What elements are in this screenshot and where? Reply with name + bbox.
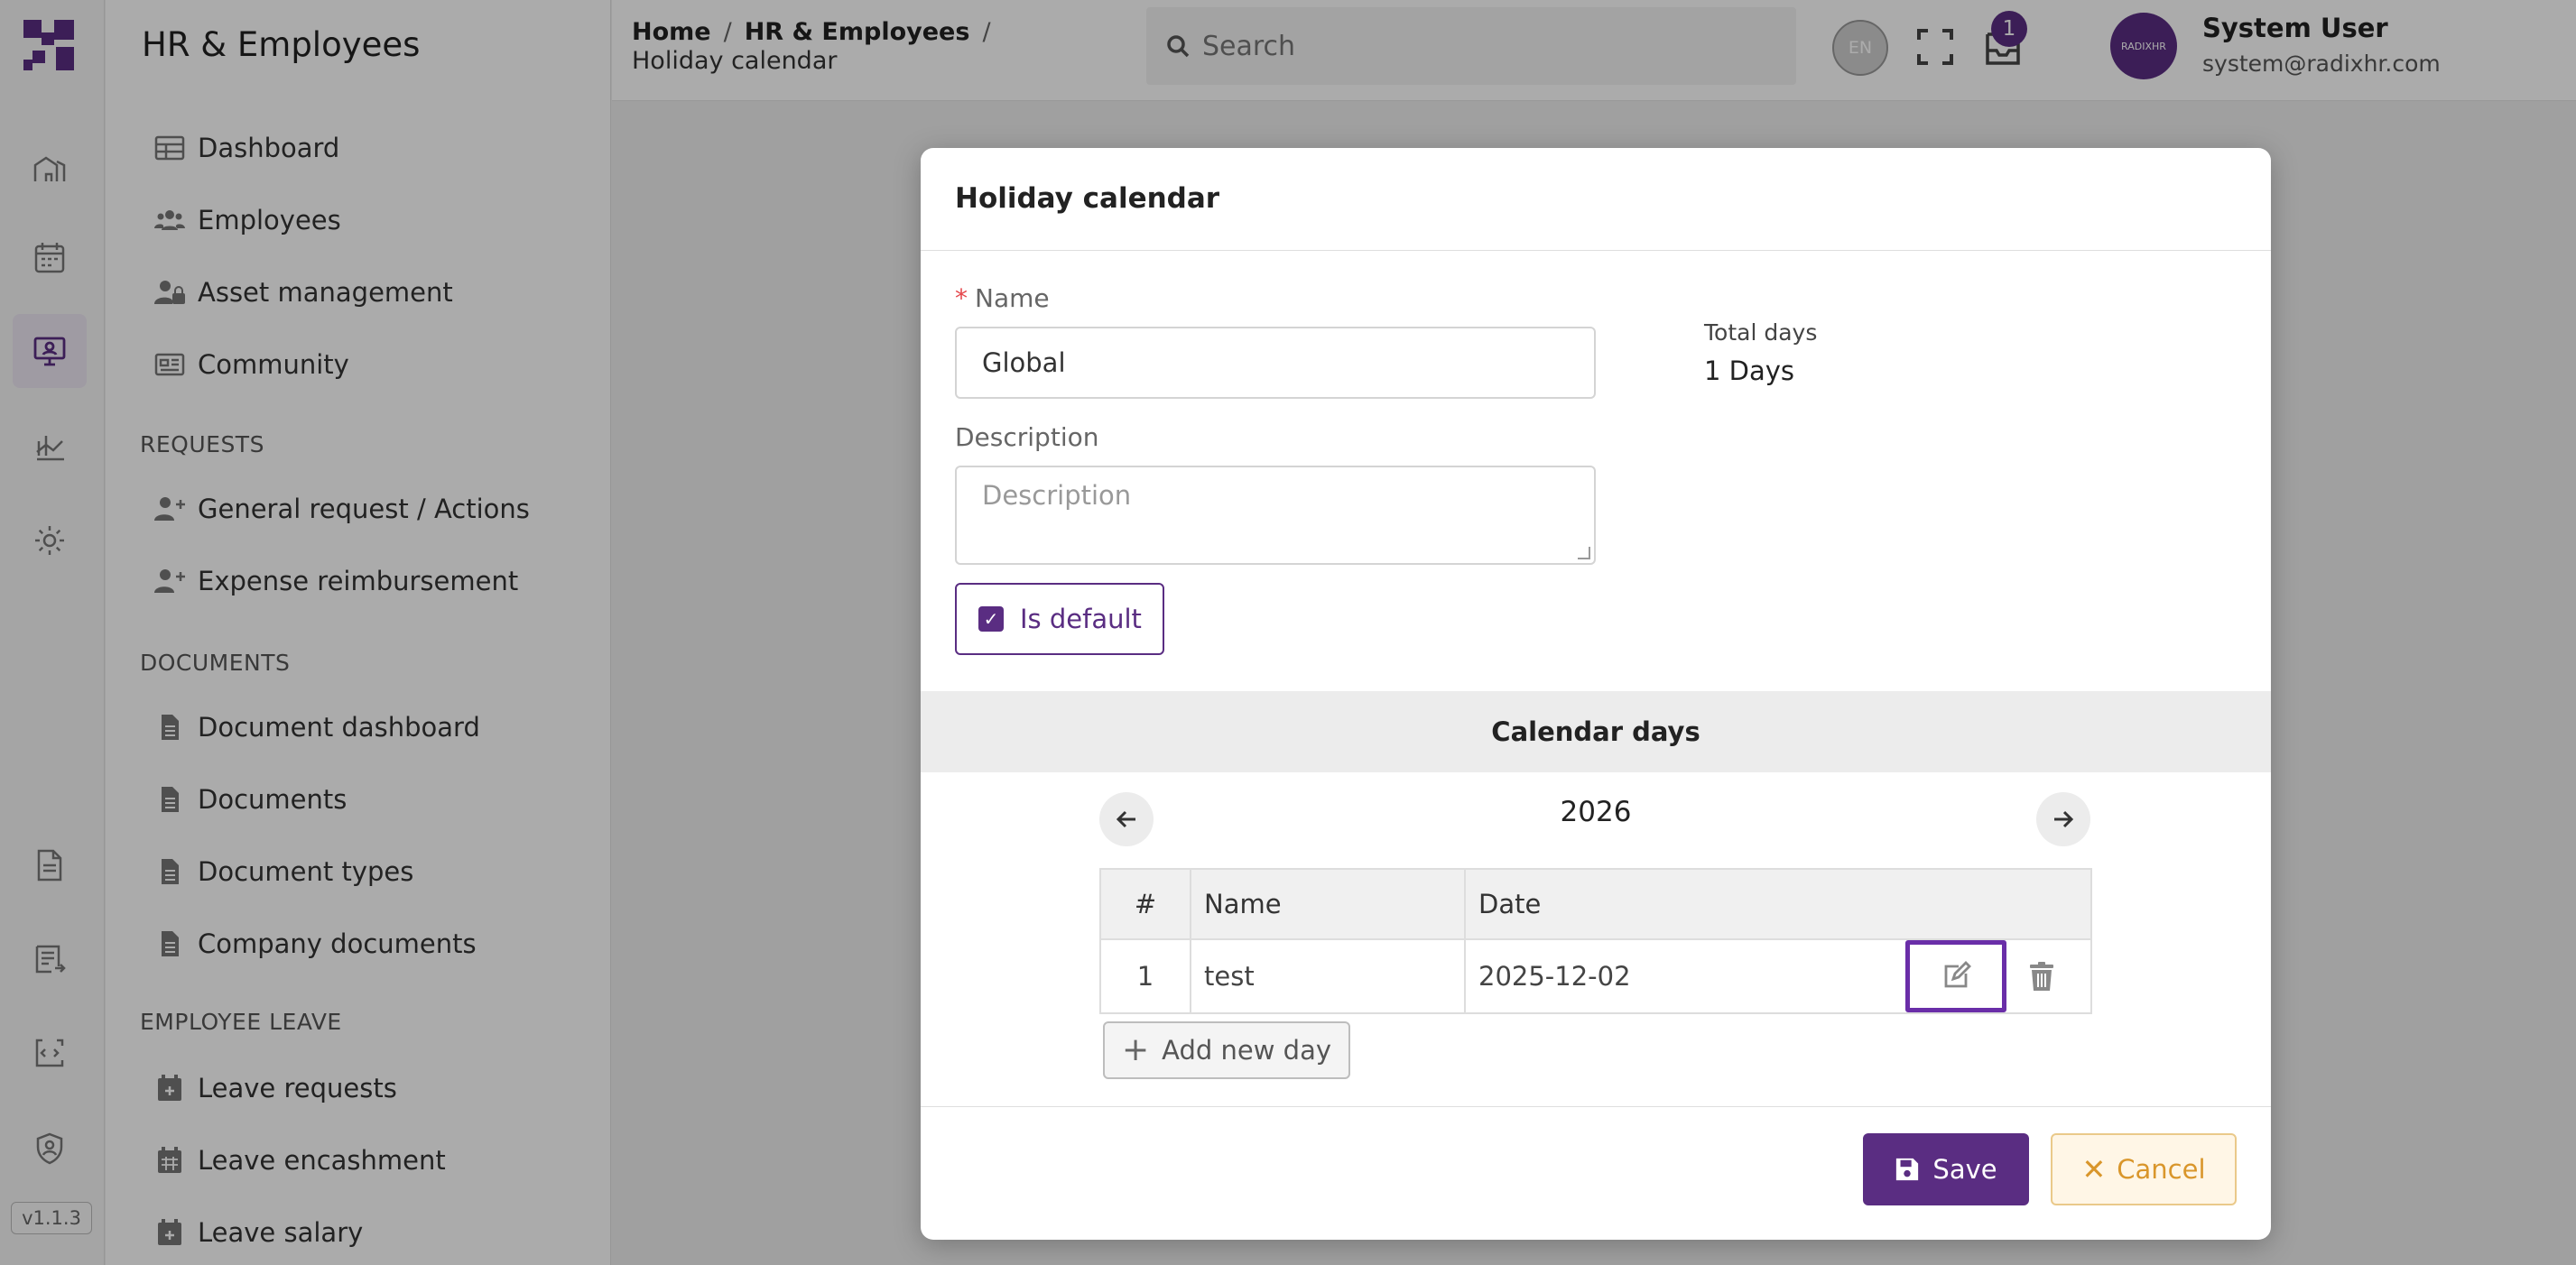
cancel-label: Cancel — [2117, 1154, 2206, 1185]
next-year-button[interactable] — [2036, 792, 2090, 846]
total-days-label: Total days — [1704, 319, 1818, 346]
add-new-day-button[interactable]: + Add new day — [1103, 1021, 1350, 1079]
row-actions — [1900, 938, 2092, 1014]
calendar-days-table: # Name Date 1 test 2025-12-02 — [1099, 868, 2092, 1014]
required-marker: * — [955, 283, 968, 313]
is-default-label: Is default — [1020, 604, 1142, 634]
description-field[interactable]: Description — [955, 466, 1596, 565]
edit-icon — [1944, 961, 1971, 988]
floppy-disk-icon — [1896, 1158, 1919, 1181]
is-default-checkbox[interactable]: ✓ Is default — [955, 583, 1164, 655]
edit-button[interactable] — [1905, 940, 2006, 1012]
cancel-button[interactable]: ✕ Cancel — [2051, 1133, 2237, 1205]
calendar-days-heading: Calendar days — [921, 691, 2271, 772]
check-icon: ✓ — [978, 606, 1004, 632]
name-label: * Name — [955, 283, 1050, 313]
resize-handle[interactable] — [1578, 547, 1590, 559]
save-button[interactable]: Save — [1863, 1133, 2029, 1205]
name-label-text: Name — [975, 283, 1050, 313]
row-date: 2025-12-02 — [1464, 938, 1900, 1014]
column-header-index: # — [1099, 868, 1191, 940]
description-label: Description — [955, 422, 1099, 452]
modal-title: Holiday calendar — [921, 148, 2271, 251]
description-placeholder: Description — [982, 480, 1132, 511]
column-header-date: Date — [1464, 868, 2092, 940]
total-days-value: 1 Days — [1704, 355, 1795, 386]
holiday-calendar-modal: Holiday calendar * Name Global Total days… — [921, 148, 2271, 1240]
delete-button[interactable] — [2019, 954, 2064, 999]
close-icon: ✕ — [2081, 1152, 2107, 1187]
row-index: 1 — [1099, 938, 1191, 1014]
table-row: 1 test 2025-12-02 — [1099, 938, 2092, 1014]
add-new-day-label: Add new day — [1162, 1035, 1332, 1066]
column-header-name: Name — [1190, 868, 1466, 940]
arrow-right-icon — [2054, 810, 2074, 828]
row-name: test — [1190, 938, 1466, 1014]
save-label: Save — [1932, 1154, 1997, 1185]
modal-footer-divider — [921, 1106, 2271, 1107]
plus-icon: + — [1121, 1031, 1150, 1068]
table-header-row: # Name Date — [1099, 868, 2092, 940]
trash-icon — [2030, 962, 2053, 991]
name-field[interactable]: Global — [955, 327, 1596, 399]
